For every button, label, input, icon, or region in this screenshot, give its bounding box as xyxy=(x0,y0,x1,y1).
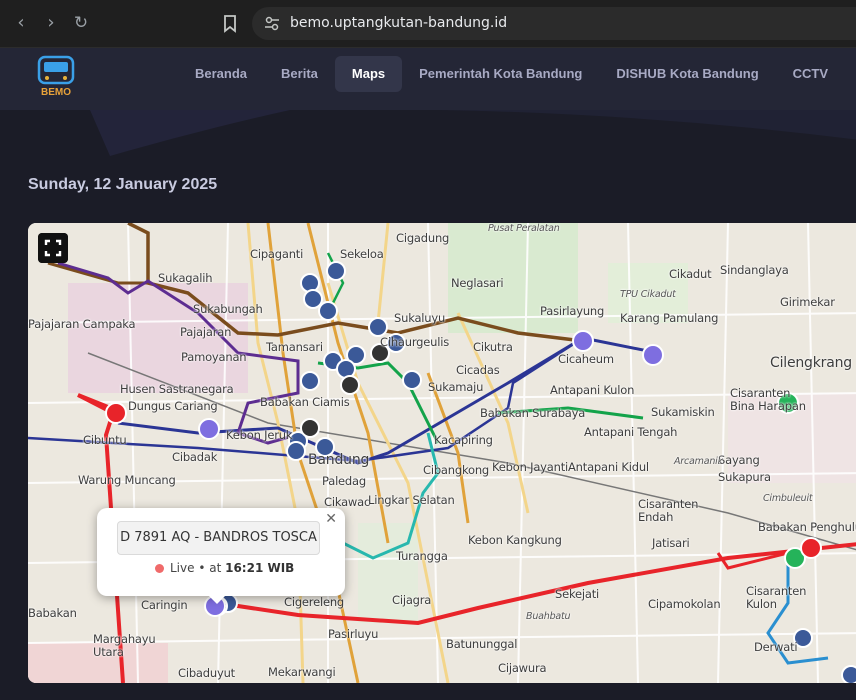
header-decoration xyxy=(90,110,856,156)
map-label: Cisaranten Endah xyxy=(638,497,699,524)
map-label: Cilengkrang xyxy=(770,355,852,371)
nav-item-cctv[interactable]: CCTV xyxy=(776,56,845,92)
nav-item-dishub[interactable]: DISHUB Kota Bandung xyxy=(599,56,775,92)
map-label: Pajajaran xyxy=(180,325,232,339)
nav-item-beranda[interactable]: Beranda xyxy=(178,56,264,92)
map-label: Pasirlayung xyxy=(540,304,605,318)
map-label: Dungus Cariang xyxy=(128,399,218,413)
map-label: Girimekar xyxy=(780,295,835,309)
map-label: Cimbuleuit xyxy=(763,493,813,504)
map-label: Sayang xyxy=(718,453,760,467)
bemo-logo[interactable]: BEMO xyxy=(32,53,80,97)
map-label: Karang Pamulang xyxy=(620,311,719,325)
map-label: Batununggal xyxy=(446,637,518,651)
page-date: Sunday, 12 January 2025 xyxy=(28,176,218,193)
map-label: Jatisari xyxy=(652,536,690,550)
map-label: Babakan Surabaya xyxy=(480,406,586,420)
map-label: Cisaranten Kulon xyxy=(746,584,807,611)
map-label: Arcamanik xyxy=(674,456,723,467)
map-label: Kacapiring xyxy=(434,433,493,447)
reload-icon[interactable]: ↻ xyxy=(70,12,92,34)
map-label: Babakan Ciamis xyxy=(260,395,350,409)
map-label: Babakan xyxy=(28,606,77,620)
map-label: Sindanglaya xyxy=(720,263,789,277)
map-label: Pamoyanan xyxy=(181,350,247,364)
map-label: Cikutra xyxy=(473,340,513,354)
map-label: Pasirluyu xyxy=(328,627,379,641)
map-label: Bandung xyxy=(308,452,370,468)
live-indicator-icon xyxy=(155,564,164,573)
route-map[interactable]: Cigadung Sekeloa Cipaganti Sukagalih Suk… xyxy=(28,223,856,683)
vehicle-title: D 7891 AQ - BANDROS TOSCA xyxy=(117,521,320,555)
map-label: Cigereleng xyxy=(284,595,345,609)
close-icon[interactable]: ✕ xyxy=(325,511,337,527)
map-label: Caringin xyxy=(141,598,188,612)
nav-item-pemerintah[interactable]: Pemerintah Kota Bandung xyxy=(402,56,599,92)
map-label: Derwati xyxy=(754,640,798,654)
status-live: Live xyxy=(170,561,195,575)
fullscreen-icon[interactable] xyxy=(38,233,68,263)
map-label: Margahayu Utara xyxy=(93,632,156,659)
map-label: Sukamiskin xyxy=(651,405,715,419)
map-label: Cicaheum xyxy=(558,352,614,366)
url-text: bemo.uptangkutan-bandung.id xyxy=(290,15,508,31)
map-label: Cijagra xyxy=(392,593,432,607)
vehicle-status: Live • at 16:21 WIB xyxy=(155,561,294,575)
map-label: TPU Cikadut xyxy=(620,289,676,300)
map-label: Sukaluyu xyxy=(394,311,446,325)
map-label: Mekarwangi xyxy=(268,665,336,679)
svg-text:BEMO: BEMO xyxy=(41,87,71,97)
map-label: Cihaurgeulis xyxy=(380,335,450,349)
map-label: Kebon Jeruk xyxy=(226,428,293,442)
map-label: Husen Sastranegara xyxy=(120,382,234,396)
map-label: Sekeloa xyxy=(340,247,384,261)
map-label: Sukagalih xyxy=(158,271,213,285)
map-label: Paledag xyxy=(322,474,366,488)
map-label: Cipaganti xyxy=(250,247,304,261)
map-label: Cipamokolan xyxy=(648,597,721,611)
map-label: Cikadut xyxy=(669,267,712,281)
map-label: Tamansari xyxy=(266,340,323,354)
map-label: Antapani Tengah xyxy=(584,425,678,439)
map-label: Cibuntu xyxy=(83,433,127,447)
map-label: Warung Muncang xyxy=(78,473,176,487)
map-label: Sukamaju xyxy=(428,380,484,394)
bookmark-icon[interactable] xyxy=(219,12,241,34)
time-prefix: • at xyxy=(194,561,226,575)
vehicle-popup: D 7891 AQ - BANDROS TOSCA Live • at 16:2… xyxy=(97,508,345,604)
map-label: Kebon Kangkung xyxy=(468,533,562,547)
map-label: Cikawao xyxy=(324,495,371,509)
map-label: Babakan Penghulu xyxy=(758,520,856,534)
nav-item-maps[interactable]: Maps xyxy=(334,56,403,92)
map-label: Cibaduyut xyxy=(178,666,235,680)
map-label: Sekejati xyxy=(555,587,600,601)
nav-item-berita[interactable]: Berita xyxy=(264,56,335,92)
map-label: Cisaranten Bina Harapan xyxy=(730,386,806,413)
map-label: Antapani Kulon xyxy=(550,383,635,397)
map-label: Kebon Jayanti xyxy=(492,460,569,474)
forward-icon[interactable]: › xyxy=(40,12,62,34)
map-label: Cijawura xyxy=(498,661,547,675)
site-settings-icon[interactable] xyxy=(264,15,280,33)
map-label: Antapani Kidul xyxy=(568,460,649,474)
status-time: 16:21 WIB xyxy=(225,561,295,575)
map-label: Cicadas xyxy=(456,363,500,377)
popup-pointer xyxy=(207,594,227,604)
map-label: Neglasari xyxy=(451,276,504,290)
map-label: Pajajaran Campaka xyxy=(28,317,136,331)
browser-toolbar: ‹ › ↻ bemo.uptangkutan-bandung.id xyxy=(0,0,856,48)
map-label: Cigadung xyxy=(396,231,450,245)
map-label: Buahbatu xyxy=(526,611,571,622)
site-header: BEMO Beranda Berita Maps Pemerintah Kota… xyxy=(0,48,856,110)
back-icon[interactable]: ‹ xyxy=(10,12,32,34)
map-label: Cibadak xyxy=(172,450,218,464)
map-label: Sukabungah xyxy=(193,302,263,316)
map-label: Cibangkong xyxy=(423,463,490,477)
main-nav: Beranda Berita Maps Pemerintah Kota Band… xyxy=(178,56,845,94)
map-label: Sukapura xyxy=(718,470,771,484)
address-bar[interactable]: bemo.uptangkutan-bandung.id xyxy=(252,7,856,40)
map-label: Lingkar Selatan xyxy=(368,493,455,507)
map-label: Turangga xyxy=(396,549,448,563)
map-label: Pusat Peralatan xyxy=(488,223,560,234)
